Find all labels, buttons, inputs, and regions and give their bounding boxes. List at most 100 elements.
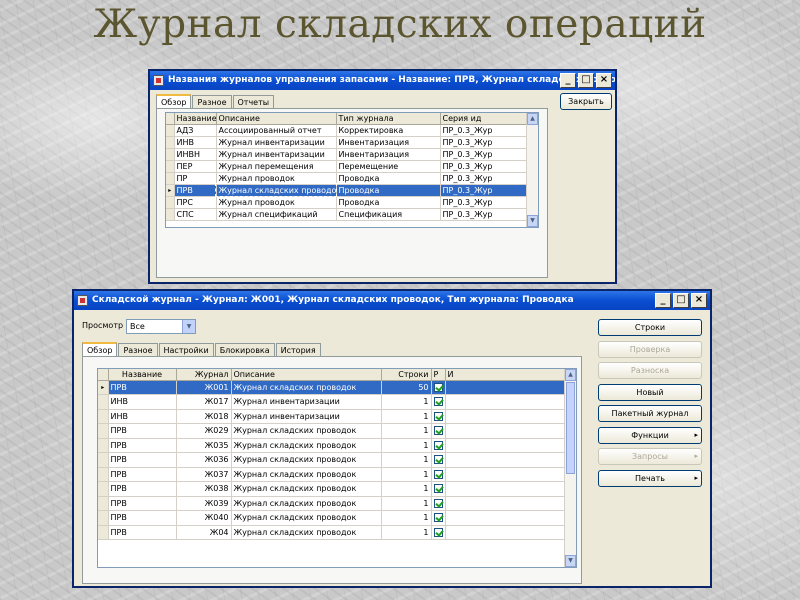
cell-flag[interactable] (445, 438, 565, 453)
posted-checkbox[interactable] (433, 440, 443, 450)
cell-posted[interactable] (431, 467, 446, 482)
cell-series[interactable]: ПР_0.3_Жур (440, 124, 529, 137)
cell-description[interactable]: Журнал спецификаций (216, 208, 337, 221)
cell-lines[interactable]: 1 (381, 423, 432, 439)
cell-series[interactable]: ПР_0.3_Жур (440, 136, 529, 149)
cell-name[interactable]: ИНВ (174, 136, 217, 149)
cell-series[interactable]: ПР_0.3_Жур (440, 208, 529, 221)
cell-lines[interactable]: 50 (381, 380, 432, 395)
table-row[interactable]: ПРС Журнал проводок Проводка ПР_0.3_Жур (166, 196, 529, 209)
posted-checkbox[interactable] (433, 527, 443, 537)
cell-flag[interactable] (445, 409, 565, 424)
cell-series[interactable]: ПР_0.3_Жур (440, 160, 529, 173)
cell-description[interactable]: Журнал складских проводок (231, 481, 382, 497)
cell-posted[interactable] (431, 525, 446, 540)
cell-description[interactable]: Журнал складских проводок (231, 380, 382, 395)
cell-description[interactable]: Ассоциированный отчет (216, 124, 337, 137)
cell-posted[interactable] (431, 438, 446, 453)
cell-flag[interactable] (445, 510, 565, 526)
column-header-description[interactable]: Описание (216, 113, 337, 125)
cell-name[interactable]: ПРВ (174, 184, 217, 197)
print-button[interactable]: Печать ▸ (598, 469, 702, 487)
tab-misc[interactable]: Разное (118, 343, 158, 356)
column-header-description[interactable]: Описание (231, 369, 382, 381)
table-row[interactable]: ПР Журнал проводок Проводка ПР_0.3_Жур (166, 172, 529, 185)
tab-overview[interactable]: Обзор (156, 94, 192, 109)
cell-lines[interactable]: 1 (381, 481, 432, 497)
cell-name[interactable]: ПРВ (108, 481, 177, 497)
table-row[interactable]: ПРВ Ж038 Журнал складских проводок 1 (98, 481, 565, 497)
cell-journal[interactable]: Ж001 (176, 380, 232, 395)
cell-journal[interactable]: Ж018 (176, 409, 232, 424)
cell-description[interactable]: Журнал инвентаризации (216, 136, 337, 149)
cell-journal-type[interactable]: Инвентаризация (336, 148, 441, 161)
cell-name[interactable]: ПР (174, 172, 217, 185)
table-row[interactable]: ПРВ Ж035 Журнал складских проводок 1 (98, 438, 565, 453)
cell-journal[interactable]: Ж037 (176, 467, 232, 482)
cell-posted[interactable] (431, 481, 446, 497)
cell-journal-type[interactable]: Проводка (336, 196, 441, 209)
cell-name[interactable]: ИНВ (108, 409, 177, 424)
cell-name[interactable]: ПРВ (108, 496, 177, 511)
table-row[interactable]: ИНВ Ж018 Журнал инвентаризации 1 (98, 409, 565, 424)
cell-journal[interactable]: Ж035 (176, 438, 232, 453)
cell-lines[interactable]: 1 (381, 452, 432, 468)
cell-flag[interactable] (445, 452, 565, 468)
cell-description[interactable]: Журнал инвентаризации (231, 409, 382, 424)
cell-name[interactable]: СПС (174, 208, 217, 221)
cell-flag[interactable] (445, 481, 565, 497)
table-row[interactable]: СПС Журнал спецификаций Спецификация ПР_0.3… (166, 208, 529, 221)
cell-journal-type[interactable]: Проводка (336, 184, 441, 197)
tab-overview[interactable]: Обзор (82, 342, 118, 357)
cell-name[interactable]: ПРВ (108, 438, 177, 453)
cell-description[interactable]: Журнал складских проводок (231, 467, 382, 482)
vertical-scrollbar[interactable]: ▲ ▼ (564, 369, 576, 567)
cell-description[interactable]: Журнал перемещения (216, 160, 337, 173)
queries-button[interactable]: Запросы ▸ (598, 448, 702, 465)
table-row[interactable]: ИНВ Журнал инвентаризации Инвентаризация ПР… (166, 136, 529, 149)
posted-checkbox[interactable] (433, 397, 443, 407)
tab-blocking[interactable]: Блокировка (214, 343, 275, 356)
cell-posted[interactable] (431, 409, 446, 424)
cell-description[interactable]: Журнал складских проводок (231, 423, 382, 439)
cell-name[interactable]: ПРС (174, 196, 217, 209)
cell-flag[interactable] (445, 467, 565, 482)
cell-posted[interactable] (431, 380, 446, 395)
cell-journal-type[interactable]: Инвентаризация (336, 136, 441, 149)
scroll-up-icon[interactable]: ▲ (527, 113, 538, 125)
cell-flag[interactable] (445, 394, 565, 410)
cell-description[interactable]: Журнал инвентаризации (231, 394, 382, 410)
scroll-thumb[interactable] (566, 382, 575, 474)
lines-button[interactable]: Строки (598, 319, 702, 336)
table-row[interactable]: ПЕР Журнал перемещения Перемещение ПР_0.3_Ж… (166, 160, 529, 173)
cell-lines[interactable]: 1 (381, 438, 432, 453)
cell-lines[interactable]: 1 (381, 496, 432, 511)
cell-posted[interactable] (431, 452, 446, 468)
cell-journal-type[interactable]: Корректировка (336, 124, 441, 137)
cell-flag[interactable] (445, 380, 565, 395)
vertical-scrollbar[interactable]: ▲ ▼ (526, 113, 538, 227)
table-row[interactable]: ▸ ПРВ Ж001 Журнал складских проводок 50 (98, 380, 565, 395)
cell-description[interactable]: Журнал проводок (216, 172, 337, 185)
close-icon[interactable]: × (596, 73, 612, 88)
posted-checkbox[interactable] (433, 426, 443, 436)
cell-journal-type[interactable]: Перемещение (336, 160, 441, 173)
cell-journal[interactable]: Ж038 (176, 481, 232, 497)
cell-lines[interactable]: 1 (381, 409, 432, 424)
cell-posted[interactable] (431, 510, 446, 526)
table-row[interactable]: АДЗ Ассоциированный отчет Корректировка ПР_… (166, 124, 529, 137)
maximize-icon[interactable]: □ (673, 293, 689, 308)
table-row[interactable]: ПРВ Ж039 Журнал складских проводок 1 (98, 496, 565, 511)
cell-posted[interactable] (431, 423, 446, 439)
cell-lines[interactable]: 1 (381, 510, 432, 526)
cell-journal[interactable]: Ж036 (176, 452, 232, 468)
cell-flag[interactable] (445, 525, 565, 540)
cell-lines[interactable]: 1 (381, 525, 432, 540)
close-icon[interactable]: × (691, 293, 707, 308)
posted-checkbox[interactable] (433, 382, 443, 392)
scroll-down-icon[interactable]: ▼ (527, 215, 538, 227)
cell-lines[interactable]: 1 (381, 394, 432, 410)
column-header-journal-type[interactable]: Тип журнала (336, 113, 441, 125)
cell-journal-type[interactable]: Проводка (336, 172, 441, 185)
cell-description[interactable]: Журнал складских проводок (231, 510, 382, 526)
